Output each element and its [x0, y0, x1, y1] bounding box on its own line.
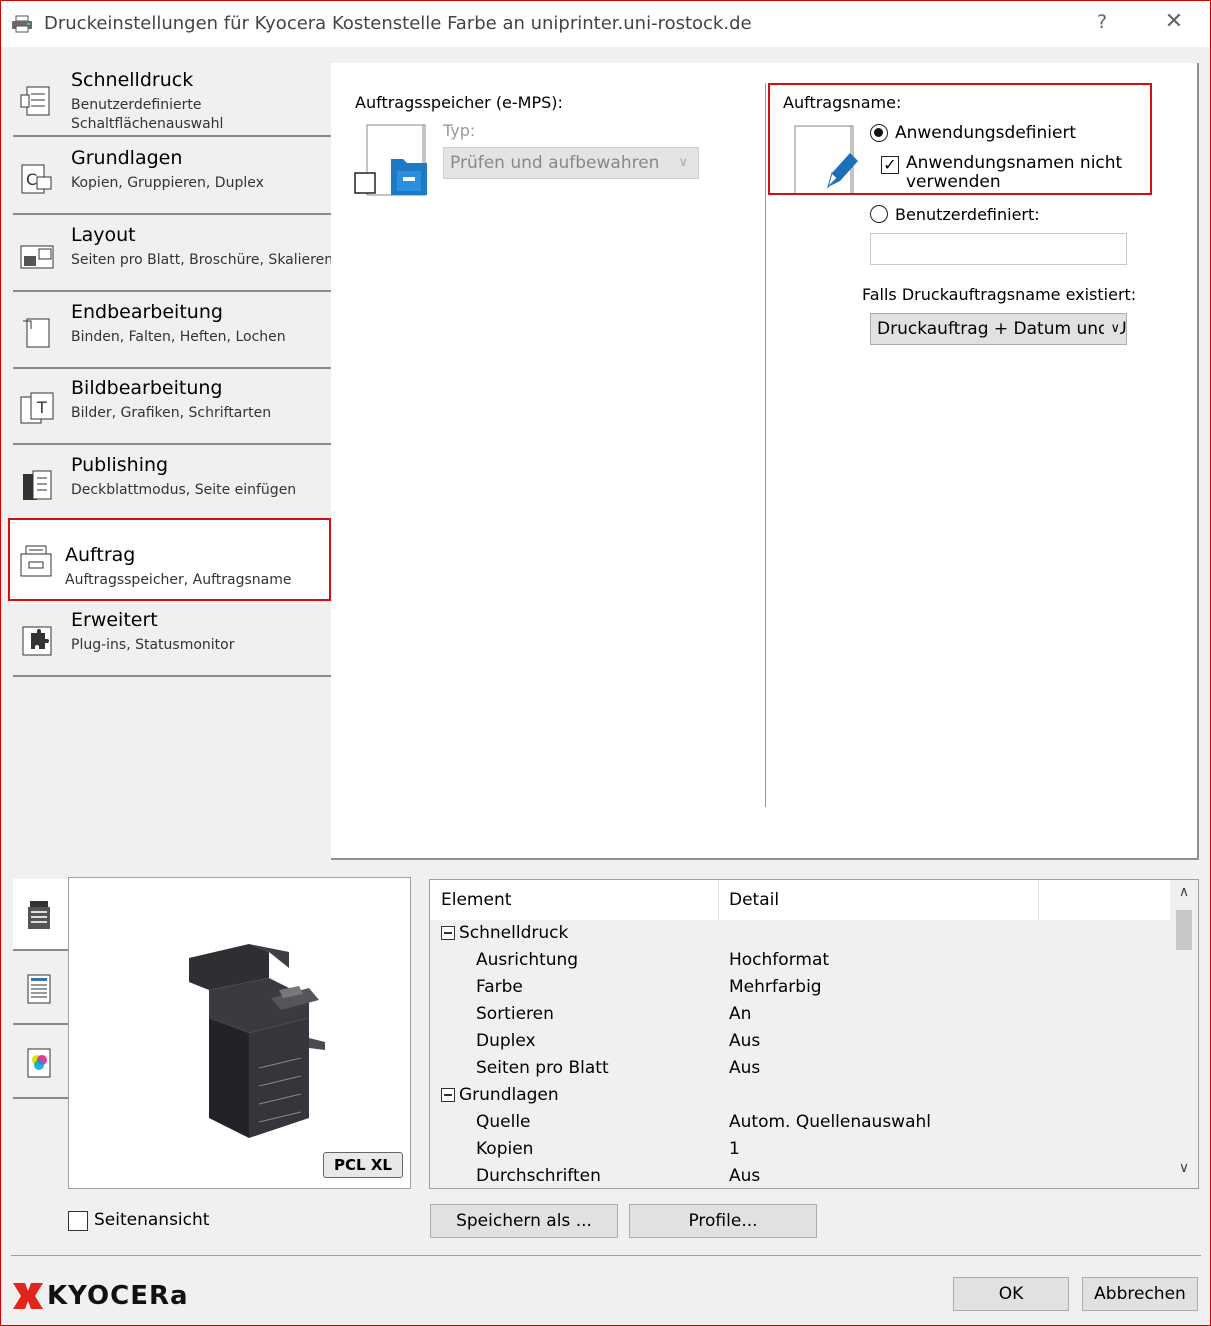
radio-custom-label: Benutzerdefiniert:: [895, 205, 1040, 224]
tab-page-preview[interactable]: [13, 953, 69, 1025]
list-header: Element Detail: [430, 880, 1170, 920]
ok-button[interactable]: OK: [953, 1277, 1069, 1311]
tab-printer-preview[interactable]: [13, 879, 69, 951]
page-view-checkbox[interactable]: [68, 1211, 88, 1231]
kyocera-logo-icon: [13, 1283, 43, 1309]
save-as-button[interactable]: Speichern als ...: [430, 1204, 618, 1238]
collapse-icon[interactable]: [441, 1088, 455, 1102]
job-storage-label: Auftragsspeicher (e-MPS):: [355, 93, 563, 112]
print-settings-dialog: Druckeinstellungen für Kyocera Kostenste…: [0, 0, 1211, 1326]
nav-desc: Binden, Falten, Heften, Lochen: [71, 329, 286, 345]
nav-label: Publishing: [71, 454, 169, 476]
settings-summary-list: Element Detail Schnelldruck Ausrichtung …: [429, 879, 1199, 1189]
list-scrollbar[interactable]: ∧ ∨: [1170, 880, 1198, 1188]
column-header-element[interactable]: Element: [441, 890, 511, 910]
quick-print-icon: [20, 86, 50, 116]
window-title: Druckeinstellungen für Kyocera Kostenste…: [44, 13, 752, 34]
scroll-up-icon[interactable]: ∧: [1170, 884, 1198, 908]
job-storage-icon: [354, 124, 427, 196]
nav-label: Endbearbeitung: [71, 301, 223, 323]
nav-desc: Auftragsspeicher, Auftragsname: [65, 572, 292, 588]
nav-desc: Bilder, Grafiken, Schriftarten: [71, 405, 272, 421]
document-icon: [27, 974, 51, 1004]
cancel-button[interactable]: Abbrechen: [1082, 1277, 1198, 1311]
job-name-exists-select[interactable]: Druckauftrag + Datum und Uhrzeit ∨: [870, 313, 1127, 345]
nav-item-publishing[interactable]: Publishing Deckblattmodus, Seite einfüge…: [13, 448, 331, 522]
nav-item-auftrag[interactable]: Auftrag Auftragsspeicher, Auftragsname: [8, 518, 331, 601]
scroll-thumb[interactable]: [1176, 910, 1192, 950]
list-item[interactable]: Sortieren An: [430, 1001, 1170, 1028]
title-bar: Druckeinstellungen für Kyocera Kostenste…: [1, 1, 1210, 47]
job-storage-type-select: Prüfen und aufbewahren ∨: [443, 147, 699, 179]
color-icon: [27, 1048, 51, 1078]
kyocera-wordmark: KYOCERa: [47, 1281, 189, 1311]
list-item[interactable]: Duplex Aus: [430, 1028, 1170, 1055]
nav-label: Auftrag: [65, 544, 136, 566]
printer-icon: [28, 901, 50, 929]
nav-desc: Seiten pro Blatt, Broschüre, Skalieren: [71, 252, 334, 268]
job-name-exists-label: Falls Druckauftragsname existiert:: [862, 285, 1137, 304]
column-header-detail[interactable]: Detail: [729, 890, 779, 910]
profiles-button[interactable]: Profile...: [629, 1204, 817, 1238]
list-item[interactable]: Seiten pro Blatt Aus: [430, 1055, 1170, 1082]
nav-desc: Kopien, Gruppieren, Duplex: [71, 175, 264, 191]
nav-label: Layout: [71, 224, 136, 246]
close-button[interactable]: ✕: [1157, 9, 1191, 39]
printer-icon: [12, 15, 32, 33]
preview-tabs: [13, 879, 69, 1101]
nav-item-schnelldruck[interactable]: Schnelldruck Benutzerdefinierte Schaltflä…: [13, 63, 331, 137]
divider: [765, 83, 766, 807]
help-button[interactable]: ?: [1087, 11, 1117, 37]
list-item[interactable]: Kopien 1: [430, 1136, 1170, 1163]
nav-desc: Deckblattmodus, Seite einfügen: [71, 482, 297, 498]
svg-text:T: T: [36, 398, 47, 417]
nav-label: Grundlagen: [71, 147, 183, 169]
nav-label: Erweitert: [71, 609, 158, 631]
printer-image: [189, 944, 325, 1138]
publishing-icon: [23, 470, 52, 500]
copies-icon: C: [21, 164, 52, 194]
kyocera-logo: KYOCERa: [13, 1281, 188, 1311]
page-view-label: Seitenansicht: [94, 1210, 210, 1230]
finishing-icon: [23, 318, 50, 348]
nav-desc: Benutzerdefinierte Schaltflächenauswahl: [71, 97, 224, 132]
nav-label: Schnelldruck: [71, 69, 194, 91]
list-body: Schnelldruck Ausrichtung Hochformat Farb…: [430, 920, 1170, 1188]
imaging-icon: T: [20, 392, 54, 424]
job-storage-type-label: Typ:: [443, 121, 476, 140]
list-item[interactable]: Farbe Mehrfarbig: [430, 974, 1170, 1001]
list-item[interactable]: Quelle Autom. Quellenauswahl: [430, 1109, 1170, 1136]
nav-item-erweitert[interactable]: Erweitert Plug-ins, Statusmonitor: [13, 603, 331, 677]
column-separator: [1038, 880, 1039, 920]
scroll-down-icon[interactable]: ∨: [1170, 1160, 1198, 1184]
list-group-row[interactable]: Grundlagen: [430, 1082, 1170, 1109]
chevron-down-icon: ∨: [1104, 314, 1120, 344]
job-icon: [20, 545, 52, 577]
nav-label: Bildbearbeitung: [71, 377, 223, 399]
plugin-icon: [22, 626, 52, 656]
nav-desc: Plug-ins, Statusmonitor: [71, 637, 235, 653]
collapse-icon[interactable]: [441, 926, 455, 940]
nav-item-bildbearbeitung[interactable]: T Bildbearbeitung Bilder, Grafiken, Schr…: [13, 371, 331, 445]
pdl-badge: PCL XL: [323, 1152, 403, 1178]
list-group-row[interactable]: Schnelldruck: [430, 920, 1170, 947]
footer-divider: [11, 1255, 1201, 1256]
custom-job-name-input[interactable]: [870, 233, 1127, 265]
radio-custom[interactable]: [870, 205, 888, 223]
printer-preview: PCL XL: [68, 877, 411, 1189]
nav-item-layout[interactable]: Layout Seiten pro Blatt, Broschüre, Skal…: [13, 218, 334, 292]
list-item[interactable]: Ausrichtung Hochformat: [430, 947, 1170, 974]
highlight-box: [768, 83, 1152, 195]
chevron-down-icon: ∨: [678, 155, 688, 170]
column-separator: [718, 880, 719, 920]
nav-item-endbearbeitung[interactable]: Endbearbeitung Binden, Falten, Heften, L…: [13, 295, 331, 369]
nav-item-grundlagen[interactable]: C Grundlagen Kopien, Gruppieren, Duplex: [13, 141, 331, 215]
tab-color-preview[interactable]: [13, 1027, 69, 1099]
svg-text:C: C: [26, 170, 37, 189]
list-item[interactable]: Durchschriften Aus: [430, 1163, 1170, 1188]
layout-icon: [20, 245, 54, 269]
